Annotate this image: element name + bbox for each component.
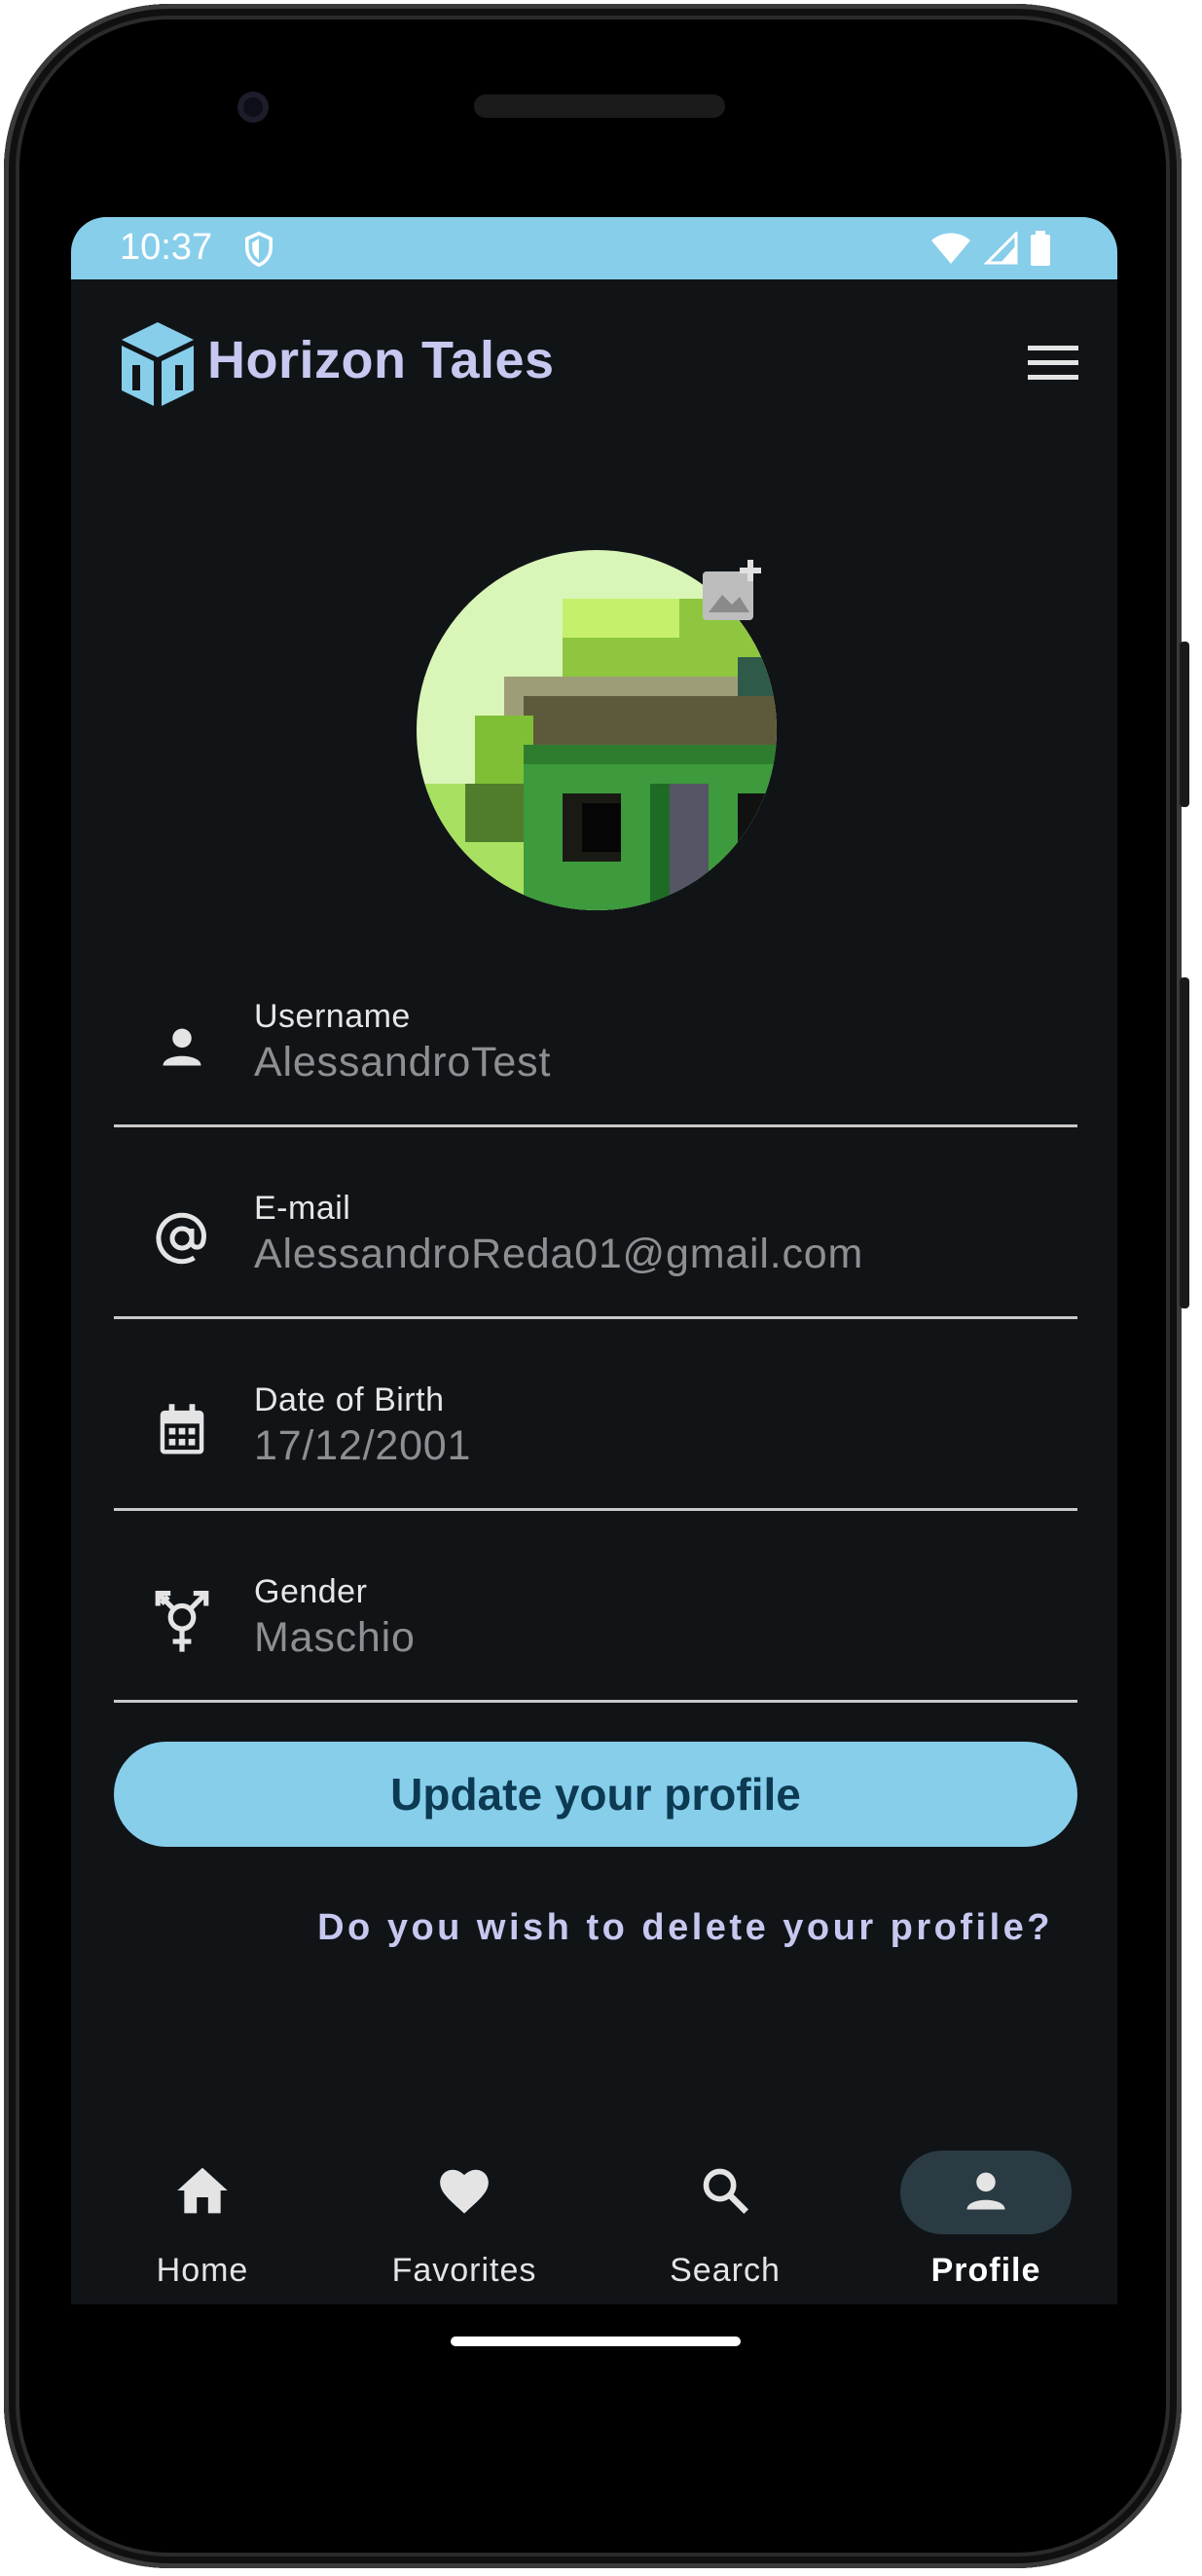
front-camera <box>237 92 269 123</box>
at-sign-icon <box>151 1207 213 1270</box>
nav-label: Profile <box>930 2252 1041 2289</box>
home-icon <box>175 2165 230 2221</box>
battery-icon <box>1030 231 1051 276</box>
email-field[interactable]: E-mail AlessandroReda01@gmail.com <box>114 1170 1077 1319</box>
nav-pill <box>117 2151 288 2234</box>
earpiece-speaker <box>474 94 725 118</box>
nav-item-home[interactable]: Home <box>86 2106 319 2304</box>
delete-profile-link[interactable]: Do you wish to delete your profile? <box>317 1907 1053 1949</box>
nav-pill <box>379 2151 550 2234</box>
app-bar: Horizon Tales <box>71 279 1117 445</box>
update-profile-button[interactable]: Update your profile <box>114 1742 1077 1847</box>
nav-item-favorites[interactable]: Favorites <box>347 2106 581 2304</box>
nav-pill-active <box>900 2151 1072 2234</box>
person-icon <box>151 1015 213 1078</box>
gender-field[interactable]: Gender Maschio <box>114 1554 1077 1703</box>
bottom-navigation: Home Favorites Search Profile <box>71 2106 1117 2304</box>
wifi-icon <box>930 232 971 275</box>
search-icon <box>700 2165 750 2221</box>
nav-item-search[interactable]: Search <box>608 2106 842 2304</box>
nav-item-profile[interactable]: Profile <box>869 2106 1103 2304</box>
username-field[interactable]: Username AlessandroTest <box>114 978 1077 1127</box>
app-title: Horizon Tales <box>207 331 555 389</box>
field-label: Gender <box>254 1573 368 1610</box>
nav-label: Search <box>670 2252 781 2289</box>
cube-logo-icon <box>118 320 198 413</box>
field-value: Maschio <box>254 1614 416 1661</box>
cellular-signal-icon <box>983 230 1018 275</box>
phone-frame: 10:37 Horizon Tales Username AlessandroT… <box>4 4 1189 2568</box>
status-icons <box>930 230 1051 276</box>
volume-button <box>1180 977 1189 1308</box>
field-label: Date of Birth <box>254 1381 445 1418</box>
calendar-icon <box>151 1399 213 1461</box>
field-value: AlessandroReda01@gmail.com <box>254 1231 864 1277</box>
nav-label: Favorites <box>391 2252 537 2289</box>
shield-icon <box>242 231 275 277</box>
hamburger-menu-icon[interactable] <box>1028 344 1078 387</box>
person-icon <box>961 2165 1011 2221</box>
nav-label: Home <box>156 2252 249 2289</box>
app-screen: 10:37 Horizon Tales Username AlessandroT… <box>71 217 1117 2304</box>
status-bar: 10:37 <box>71 217 1117 279</box>
nav-pill <box>639 2151 811 2234</box>
heart-icon <box>436 2165 492 2221</box>
power-button <box>1180 642 1189 807</box>
home-indicator[interactable] <box>451 2337 741 2346</box>
field-value: AlessandroTest <box>254 1039 552 1086</box>
date-of-birth-field[interactable]: Date of Birth 17/12/2001 <box>114 1362 1077 1511</box>
profile-avatar-section <box>417 550 777 910</box>
status-time: 10:37 <box>120 227 213 268</box>
field-label: E-mail <box>254 1190 351 1227</box>
field-value: 17/12/2001 <box>254 1422 472 1469</box>
gender-icon <box>151 1590 213 1653</box>
add-photo-icon[interactable] <box>699 558 767 631</box>
field-label: Username <box>254 998 411 1035</box>
